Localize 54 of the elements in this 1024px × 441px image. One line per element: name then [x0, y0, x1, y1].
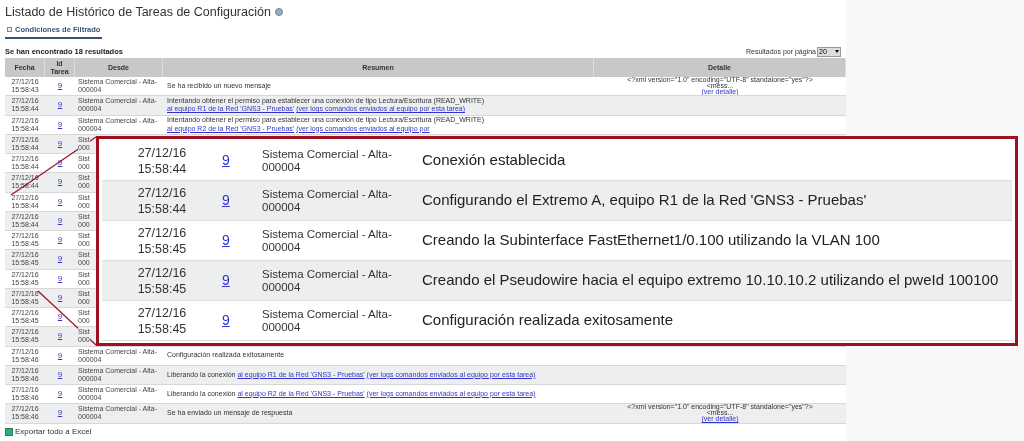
task-id-link[interactable]: 9 [57, 195, 63, 208]
task-id-link[interactable]: 9 [222, 230, 230, 251]
date-text: 27/12/16 [137, 224, 187, 241]
task-id-link[interactable]: 9 [57, 214, 63, 227]
help-icon[interactable] [274, 8, 283, 16]
summary-text: Conexión establecida [422, 150, 567, 171]
task-id-link[interactable]: 9 [57, 388, 63, 401]
date-text: 27/12/16 [137, 144, 187, 161]
time-text: 15:58:45 [137, 240, 187, 257]
task-id-link[interactable]: 9 [57, 349, 63, 362]
origin-text: Sistema Comercial - Alta- [262, 227, 392, 241]
task-id-link[interactable]: 9 [57, 234, 63, 247]
task-id-link[interactable]: 9 [57, 176, 63, 189]
task-id-link[interactable]: 9 [57, 407, 63, 420]
time-text: 15:58:45 [137, 320, 187, 337]
export-link[interactable]: Exportar todo a Excel [15, 425, 92, 438]
dropdown-icon [835, 50, 839, 54]
summary-text: Creando el Pseudowire hacia el equipo extremo 10.10.10.2 utilizando el pweId 100100 [422, 270, 1000, 291]
time-text: 15:58:44 [137, 200, 187, 217]
date-text: 27/12/16 [137, 184, 187, 201]
origin-text: 000004 [262, 280, 301, 294]
origin-text: 000004 [262, 200, 301, 214]
task-id-link[interactable]: 9 [57, 330, 63, 343]
origin-text: Sistema Comercial - Alta- [262, 187, 392, 201]
summary-text: Configuración realizada exitosamente [422, 310, 674, 331]
origin-text: Sistema Comercial - Alta- [262, 267, 392, 281]
spreadsheet-icon [5, 427, 13, 436]
task-id-link[interactable]: 9 [222, 190, 230, 211]
task-id-link[interactable]: 9 [57, 137, 63, 150]
task-id-link[interactable]: 9 [57, 157, 63, 170]
task-id-link[interactable]: 9 [57, 118, 63, 131]
time-text: 15:58:45 [137, 280, 187, 297]
task-id-link[interactable]: 9 [57, 311, 63, 324]
task-id-link[interactable]: 9 [57, 291, 63, 304]
task-id-link[interactable]: 9 [57, 253, 63, 266]
collapse-icon [7, 27, 12, 33]
origin-text: 000004 [262, 320, 301, 334]
task-id-link[interactable]: 9 [222, 270, 230, 291]
origin-text: 000004 [262, 240, 301, 254]
task-id-link[interactable]: 9 [57, 80, 63, 93]
task-id-link[interactable]: 9 [57, 272, 63, 285]
summary-text: Creando la Subinterface FastEthernet1/0.100 utilizando la VLAN 100 [422, 230, 881, 251]
page-title: Listado de Histórico de Tareas de Configuración [5, 3, 271, 21]
summary-text: Configurando el Extremo A, equipo R1 de la Red 'GNS3 - Pruebas' [422, 190, 868, 211]
task-id-link[interactable]: 9 [222, 150, 230, 171]
origin-text: 000004 [262, 160, 301, 174]
task-id-link[interactable]: 9 [57, 99, 63, 112]
date-text: 27/12/16 [137, 264, 187, 281]
task-id-link[interactable]: 9 [57, 368, 63, 381]
origin-text: Sistema Comercial - Alta- [262, 147, 392, 161]
date-text: 27/12/16 [137, 304, 187, 321]
origin-text: Sistema Comercial - Alta- [262, 307, 392, 321]
task-id-link[interactable]: 9 [222, 310, 230, 331]
time-text: 15:58:44 [137, 160, 187, 177]
